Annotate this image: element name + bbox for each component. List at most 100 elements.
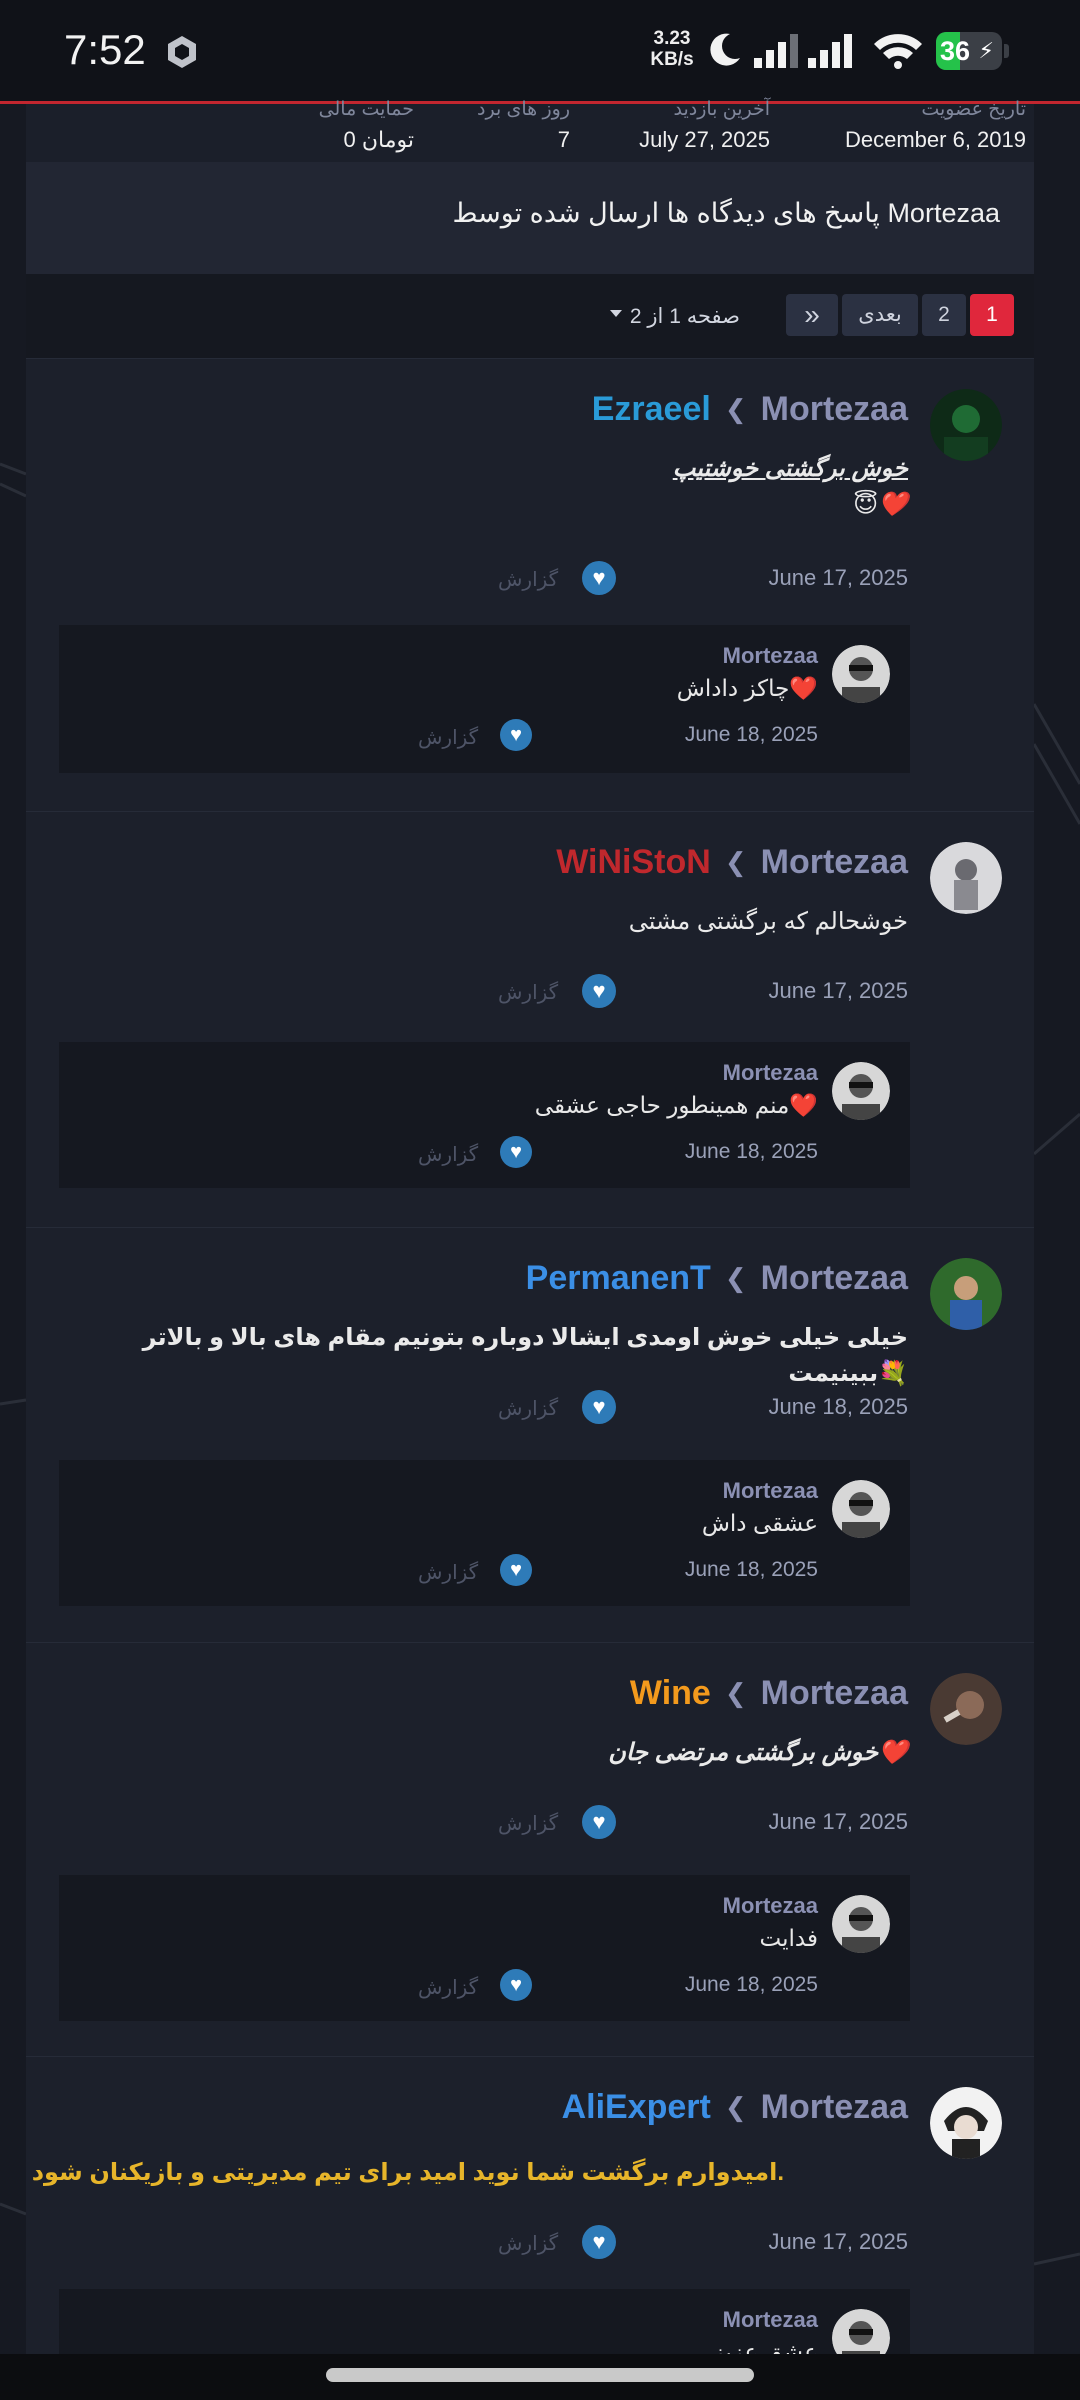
avatar[interactable] (832, 645, 890, 703)
avatar[interactable] (832, 2309, 890, 2354)
net-speed: 3.23 KB/s (650, 28, 694, 70)
heart-icon[interactable]: ♥ (500, 1136, 532, 1168)
post-author-link[interactable]: Mortezaa (761, 843, 908, 882)
comment-post: Mortezaa ❮ PermanenT خیلی خیلی خوش اومدی… (26, 1227, 1034, 1642)
app-icon (168, 36, 196, 68)
post-header: Mortezaa ❮ PermanenT (526, 1258, 908, 1298)
post-meta: June 17, 2025 ♥ گزارش (488, 1803, 908, 1839)
avatar[interactable] (832, 1062, 890, 1120)
heart-icon[interactable]: ♥ (582, 1390, 616, 1424)
post-date: June 17, 2025 (768, 2229, 908, 2254)
heart-icon[interactable]: ♥ (582, 1805, 616, 1839)
post-content: خوش برگشتی مرتضی جان❤️ (608, 1739, 908, 1766)
reply-card: Mortezaa منم همینطور حاجی عشقی❤️ June 18… (59, 1042, 910, 1188)
reply-card: Mortezaa چاکز داداش❤️ June 18, 2025 ♥ گز… (59, 625, 910, 773)
battery-tip (1004, 44, 1009, 58)
heart-icon[interactable]: ♥ (582, 2225, 616, 2259)
post-header: Mortezaa ❮ AliExpert (562, 2087, 908, 2127)
reply-author-link[interactable]: Mortezaa (723, 1893, 818, 1919)
chevron-left-icon: ❮ (724, 846, 747, 877)
status-bar: 7:52 3.23 KB/s 36 ⚡ (0, 0, 1080, 104)
avatar[interactable] (930, 389, 1002, 461)
next-page-button[interactable]: بعدی (842, 294, 918, 336)
post-target-link[interactable]: Ezraeel (592, 390, 711, 429)
reply-author-link[interactable]: Mortezaa (723, 1060, 818, 1086)
post-content: خوشحالم که برگشتی مشتی (628, 908, 908, 935)
stat-last-visit: آخرین بازدید July 27, 2025 (639, 99, 770, 152)
moon-icon (710, 33, 740, 66)
page-select[interactable]: صفحه 1 از 2 (630, 304, 740, 329)
pagination: 1 2 بعدی » صفحه 1 از 2 (26, 274, 1034, 358)
reply-meta: June 18, 2025 ♥ گزارش (418, 1969, 818, 2003)
reply-card: Mortezaa عشقی داش June 18, 2025 ♥ گزارش (59, 1460, 910, 1606)
page-header: پاسخ های دیدگاه ها ارسال شده توسط Mortez… (26, 162, 1034, 274)
avatar[interactable] (930, 842, 1002, 914)
avatar[interactable] (930, 1258, 1002, 1330)
reply-content: فدایت (759, 1925, 818, 1951)
reply-author-link[interactable]: Mortezaa (723, 2307, 818, 2333)
post-meta: June 18, 2025 ♥ گزارش (488, 1388, 908, 1424)
report-link[interactable]: گزارش (498, 567, 558, 592)
report-link[interactable]: گزارش (498, 2231, 558, 2256)
post-author-link[interactable]: Mortezaa (761, 1259, 908, 1298)
reply-author-link[interactable]: Mortezaa (723, 643, 818, 669)
reply-meta: June 18, 2025 ♥ گزارش (418, 1554, 818, 1588)
reply-date: June 18, 2025 (684, 1973, 818, 1996)
reply-card: Mortezaa عشق عزیز (59, 2289, 910, 2354)
post-author-link[interactable]: Mortezaa (761, 1674, 908, 1713)
charging-icon: ⚡ (978, 38, 994, 63)
chevron-down-icon[interactable] (610, 310, 622, 317)
reply-content: چاکز داداش❤️ (676, 675, 818, 701)
home-gesture-handle[interactable] (326, 2368, 754, 2382)
post-meta: June 17, 2025 ♥ گزارش (488, 972, 908, 1008)
reply-author-link[interactable]: Mortezaa (723, 1478, 818, 1504)
post-content: خوش برگشتی خوشتیپ 😇❤️ (672, 455, 908, 518)
chevron-left-icon: ❮ (724, 2091, 747, 2122)
post-content: امیدوارم برگشت شما نوید امید برای تیم مد… (31, 2159, 784, 2186)
avatar[interactable] (930, 2087, 1002, 2159)
post-header: Mortezaa ❮ WiNiStoN (556, 842, 908, 882)
chevron-left-icon: ❮ (724, 1677, 747, 1708)
post-target-link[interactable]: WiNiStoN (556, 843, 711, 882)
chevron-left-icon: ❮ (724, 1262, 747, 1293)
post-header: Mortezaa ❮ Ezraeel (592, 389, 908, 429)
comment-post: Mortezaa ❮ AliExpert امیدوارم برگشت شما … (26, 2056, 1034, 2354)
post-target-link[interactable]: Wine (630, 1674, 711, 1713)
chevron-left-icon: ❮ (724, 393, 747, 424)
heart-icon[interactable]: ♥ (500, 1969, 532, 2001)
comment-post: Mortezaa ❮ WiNiStoN خوشحالم که برگشتی مش… (26, 811, 1034, 1227)
avatar[interactable] (832, 1895, 890, 1953)
reply-meta: June 18, 2025 ♥ گزارش (418, 1136, 818, 1170)
post-date: June 17, 2025 (768, 978, 908, 1003)
profile-stats: تاریخ عضویت December 6, 2019 آخرین بازدی… (26, 99, 1034, 162)
page-2-button[interactable]: 2 (922, 294, 966, 336)
report-link[interactable]: گزارش (498, 1396, 558, 1421)
last-page-icon[interactable]: » (786, 294, 838, 336)
reply-date: June 18, 2025 (684, 1558, 818, 1581)
post-meta: June 17, 2025 ♥ گزارش (488, 2223, 908, 2259)
heart-icon[interactable]: ♥ (582, 561, 616, 595)
post-author-link[interactable]: Mortezaa (761, 2088, 908, 2127)
post-target-link[interactable]: PermanenT (526, 1259, 711, 1298)
comment-post: Mortezaa ❮ Ezraeel خوش برگشتی خوشتیپ 😇❤️… (26, 358, 1034, 811)
heart-icon[interactable]: ♥ (582, 974, 616, 1008)
report-link[interactable]: گزارش (498, 980, 558, 1005)
reply-card: Mortezaa فدایت June 18, 2025 ♥ گزارش (59, 1875, 910, 2021)
report-link[interactable]: گزارش (418, 1560, 478, 1585)
report-link[interactable]: گزارش (418, 725, 478, 750)
reply-content: عشقی داش (701, 1510, 818, 1536)
report-link[interactable]: گزارش (418, 1975, 478, 2000)
avatar[interactable] (832, 1480, 890, 1538)
post-date: June 17, 2025 (768, 1809, 908, 1834)
heart-icon[interactable]: ♥ (500, 719, 532, 751)
report-link[interactable]: گزارش (498, 1811, 558, 1836)
battery-icon: 36 ⚡ (936, 32, 1002, 70)
page-1-button[interactable]: 1 (970, 294, 1014, 336)
heart-icon[interactable]: ♥ (500, 1554, 532, 1586)
avatar[interactable] (930, 1673, 1002, 1745)
report-link[interactable]: گزارش (418, 1142, 478, 1167)
post-target-link[interactable]: AliExpert (562, 2088, 711, 2127)
post-author-link[interactable]: Mortezaa (761, 390, 908, 429)
post-date: June 17, 2025 (768, 565, 908, 590)
post-meta: June 17, 2025 ♥ گزارش (488, 559, 908, 595)
